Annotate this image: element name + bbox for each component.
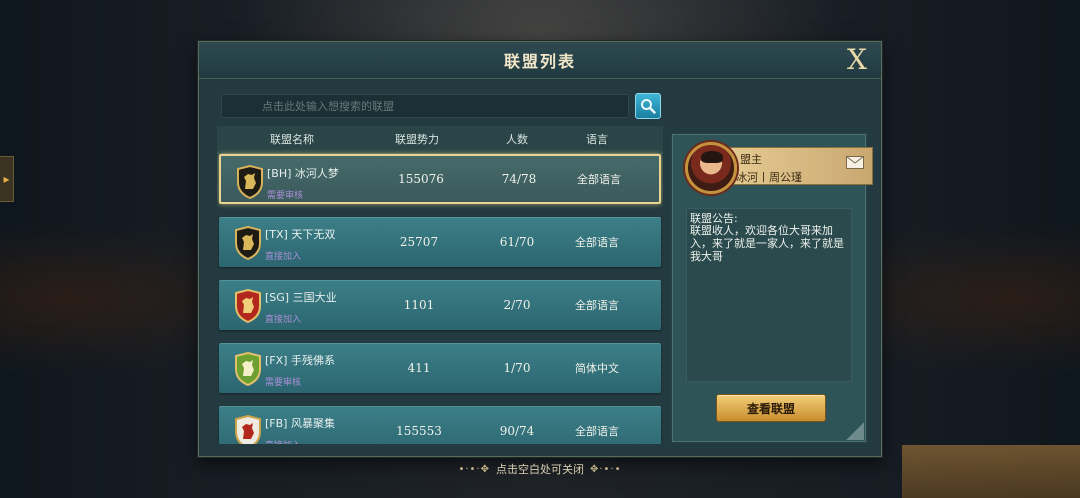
alliance-language: 全部语言 <box>575 425 619 438</box>
mail-icon[interactable] <box>846 156 864 169</box>
column-header-power: 联盟势力 <box>395 133 439 146</box>
table-row[interactable]: [FB] 风暴聚集直接加入 155553 90/74 全部语言 <box>219 406 661 444</box>
alliance-list-dialog: 联盟列表 X 联盟名称 联盟势力 人数 语言 [BH] 冰河人梦需要审核 1550… <box>198 41 882 457</box>
alliance-language: 全部语言 <box>575 236 619 249</box>
view-alliance-button[interactable]: 查看联盟 <box>716 394 826 422</box>
column-header-language: 语言 <box>586 133 608 146</box>
alliance-crest-icon <box>235 289 261 323</box>
alliance-crest-icon <box>237 165 263 199</box>
close-hint-text: 点击空白处可关闭 <box>496 463 584 476</box>
join-status: 直接加入 <box>265 438 301 444</box>
member-count: 74/78 <box>501 172 537 186</box>
close-hint: •·•·✥ 点击空白处可关闭 ✥·•·• <box>0 461 1080 477</box>
join-status: 需要审核 <box>267 191 304 201</box>
alliance-name: [FB] 风暴聚集 <box>265 417 335 430</box>
table-row[interactable]: [FX] 手残佛系 需要审核 411 1/70 简体中文 <box>219 343 661 393</box>
dialog-title: 联盟列表 <box>503 52 576 71</box>
hint-ornament-left-icon: •·•·✥ <box>458 463 490 475</box>
alliance-power: 411 <box>407 361 431 375</box>
alliance-crest-icon <box>235 352 261 386</box>
close-button[interactable]: X <box>843 45 871 75</box>
join-status: 直接加入 <box>265 315 302 325</box>
alliance-crest-icon <box>235 226 261 260</box>
alliance-name: [FX] 手残佛系 <box>265 354 335 367</box>
search-icon <box>641 99 656 114</box>
member-count: 1/70 <box>503 361 531 375</box>
member-count: 2/70 <box>503 298 531 312</box>
alliance-power: 155553 <box>396 424 442 438</box>
alliance-info-card: 盟主 冰河丨周公瑾 联盟公告: 联盟收人，欢迎各位大哥来加入，来了就是一家人，来… <box>670 132 873 444</box>
member-count: 90/74 <box>499 424 535 438</box>
alliance-name: [SG] 三国大业 <box>265 291 337 304</box>
alliance-power: 25707 <box>399 235 439 249</box>
search-button[interactable] <box>635 93 661 119</box>
alliance-crest-icon <box>235 415 261 444</box>
join-status: 需要审核 <box>265 378 302 388</box>
search-input[interactable] <box>221 94 629 118</box>
table-header: 联盟名称 联盟势力 人数 语言 <box>217 126 663 154</box>
alliance-power: 1101 <box>403 298 435 312</box>
notice-text: 联盟收人，欢迎各位大哥来加入，来了就是一家人，来了就是我大哥 <box>690 224 844 263</box>
hint-ornament-right-icon: ✥·•·• <box>590 463 622 475</box>
card-corner-fold <box>846 422 864 440</box>
dialog-header: 联盟列表 <box>199 42 881 79</box>
table-row[interactable]: [TX] 天下无双 直接加入 25707 61/70 全部语言 <box>219 217 661 267</box>
alliance-list[interactable]: 联盟名称 联盟势力 人数 语言 [BH] 冰河人梦 需要审核 155076 74/78… <box>217 126 663 444</box>
column-header-members: 人数 <box>506 133 528 146</box>
alliance-language: 全部语言 <box>575 299 619 312</box>
avatar-hair <box>701 151 723 163</box>
alliance-name: [TX] 天下无双 <box>265 228 336 241</box>
table-row[interactable]: [SG] 三国大业 直接加入 1101 2/70 全部语言 <box>219 280 661 330</box>
alliance-name: [BH] 冰河人梦 <box>267 167 339 180</box>
member-count: 61/70 <box>499 235 535 249</box>
leader-name: 冰河丨周公瑾 <box>736 171 802 184</box>
leader-title: 盟主 <box>740 153 762 166</box>
column-header-name: 联盟名称 <box>270 133 314 146</box>
side-expand-arrow-icon[interactable]: ▸ <box>0 156 14 202</box>
alliance-language: 简体中文 <box>575 362 619 375</box>
alliance-language: 全部语言 <box>577 173 621 186</box>
join-status: 直接加入 <box>265 252 302 262</box>
table-row[interactable]: [BH] 冰河人梦 需要审核 155076 74/78 全部语言 <box>219 154 661 204</box>
leader-avatar[interactable] <box>685 142 737 194</box>
alliance-power: 155076 <box>398 172 444 186</box>
